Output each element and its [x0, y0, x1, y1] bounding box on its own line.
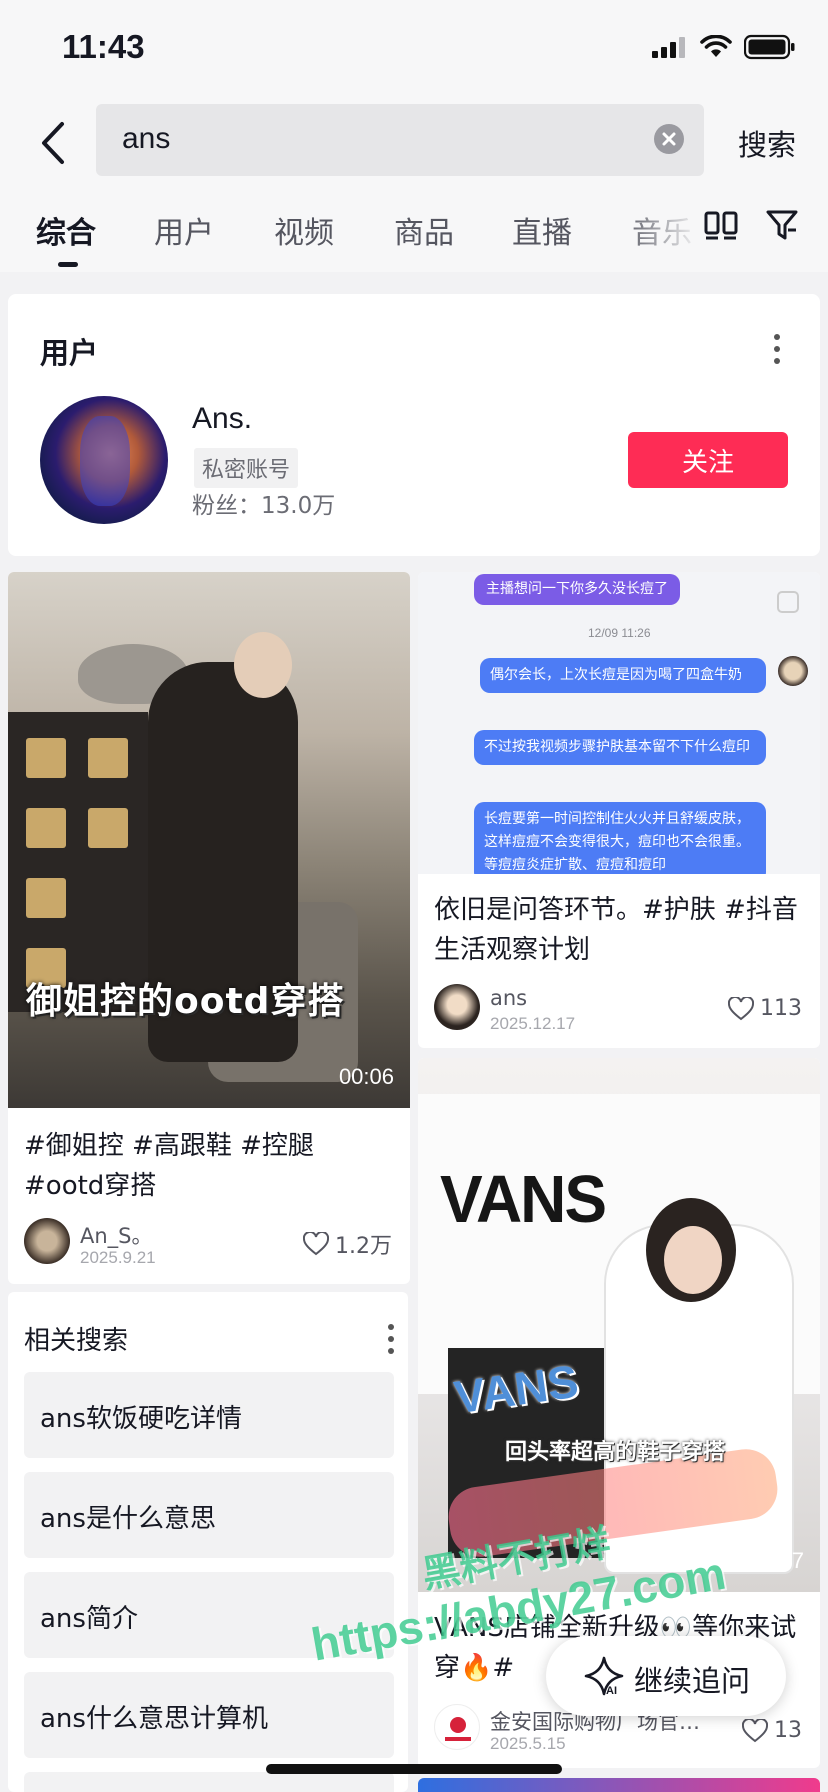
- related-search-text: ans是什么意思: [40, 1504, 216, 1534]
- heart-icon: [303, 1232, 329, 1256]
- clear-search-icon[interactable]: [654, 124, 684, 154]
- like-count[interactable]: 13: [742, 1718, 802, 1743]
- tab-users[interactable]: 用户: [154, 208, 214, 252]
- chat-time: 12/09 11:26: [588, 626, 651, 640]
- more-icon[interactable]: [388, 1324, 394, 1354]
- video-cover[interactable]: VANS VANS 回头率超高的鞋子穿搭 00:37: [418, 1058, 820, 1592]
- video-duration: 00:37: [748, 1548, 804, 1573]
- video-cover[interactable]: 主播想问一下你多久没长痘了 12/09 11:26 偶尔会长，上次长痘是因为喝了…: [418, 572, 820, 874]
- search-row: ans 搜索: [0, 96, 828, 188]
- status-icons: [652, 34, 796, 60]
- post-date: 2025.5.15: [490, 1734, 566, 1753]
- chat-question-bubble: 主播想问一下你多久没长痘了: [474, 574, 680, 605]
- status-time: 11:43: [62, 28, 145, 65]
- video-duration: 00:06: [338, 1064, 394, 1089]
- author-avatar[interactable]: [24, 1218, 70, 1264]
- cover-caption: 回头率超高的鞋子穿搭: [504, 1440, 725, 1465]
- tab-comprehensive[interactable]: 综合: [36, 208, 96, 252]
- layout-toggle-icon[interactable]: [704, 210, 738, 240]
- status-bar: 11:43: [0, 0, 828, 96]
- back-icon[interactable]: [36, 120, 72, 166]
- related-search-text: ans什么意思计算机: [40, 1704, 268, 1734]
- user-avatar[interactable]: [40, 396, 168, 524]
- brand-logo: VANS: [440, 1161, 607, 1237]
- video-card[interactable]: 御姐控的ootd穿搭 00:06 #御姐控 #高跟鞋 #控腿 #ootd穿搭 A…: [8, 572, 410, 1284]
- tab-products[interactable]: 商品: [394, 208, 454, 252]
- like-count[interactable]: 1.2万: [303, 1228, 392, 1260]
- search-query: ans: [122, 122, 171, 155]
- related-search-item[interactable]: ans软饭硬吃详情: [24, 1372, 394, 1458]
- chat-answer-bubble: 偶尔会长，上次长痘是因为喝了四盒牛奶: [480, 658, 766, 693]
- author-name[interactable]: An_S。: [80, 1220, 220, 1250]
- chat-answer-bubble: 长痘要第一时间控制住火火并且舒缓皮肤，这样痘痘不会变得很大，痘印也不会很重。等痘…: [474, 802, 766, 874]
- search-button[interactable]: 搜索: [738, 122, 796, 164]
- related-search-item[interactable]: ans是什么意思: [24, 1472, 394, 1558]
- author-avatar[interactable]: [434, 984, 480, 1030]
- related-search-item[interactable]: [24, 1772, 394, 1792]
- user-name[interactable]: Ans.: [192, 402, 252, 436]
- home-indicator[interactable]: [266, 1764, 562, 1774]
- related-searches-title: 相关搜索: [24, 1326, 129, 1356]
- related-search-text: ans软饭硬吃详情: [40, 1404, 242, 1434]
- next-card-preview: [418, 1778, 820, 1792]
- follower-count: 粉丝：13.0万: [192, 493, 336, 519]
- author-name[interactable]: ans: [490, 986, 630, 1010]
- ai-followup-label: 继续追问: [634, 1664, 751, 1698]
- mall-logo-icon: [445, 1717, 471, 1741]
- post-date: 2025.9.21: [80, 1248, 156, 1267]
- cover-caption: 御姐控的ootd穿搭: [26, 981, 345, 1022]
- search-input[interactable]: ans: [96, 104, 704, 176]
- heart-icon: [742, 1718, 768, 1742]
- video-cover[interactable]: 御姐控的ootd穿搭 00:06: [8, 572, 410, 1108]
- tabs-fade: [620, 188, 700, 272]
- like-count-value: 13: [774, 1718, 802, 1743]
- related-searches: 相关搜索 ans软饭硬吃详情 ans是什么意思 ans简介 ans什么意思计算机: [8, 1292, 408, 1792]
- active-tab-indicator: [58, 262, 78, 267]
- chat-avatar: [778, 656, 808, 686]
- like-count[interactable]: 113: [728, 996, 802, 1021]
- related-search-item[interactable]: ans什么意思计算机: [24, 1672, 394, 1758]
- ai-followup-button[interactable]: AI 继续追问: [546, 1636, 786, 1716]
- ai-sparkle-icon: AI: [584, 1656, 624, 1697]
- tab-live[interactable]: 直播: [512, 208, 572, 252]
- like-count-value: 1.2万: [335, 1234, 392, 1259]
- video-description[interactable]: #御姐控 #高跟鞋 #控腿 #ootd穿搭: [24, 1126, 394, 1206]
- select-box-icon: [777, 591, 799, 613]
- post-date: 2025.12.17: [490, 1014, 576, 1033]
- private-account-badge: 私密账号: [194, 448, 299, 488]
- ai-icon-label: AI: [606, 1685, 617, 1697]
- heart-icon: [728, 996, 754, 1020]
- tab-videos[interactable]: 视频: [274, 208, 334, 252]
- user-result-card: 用户 Ans. 私密账号 粉丝：13.0万 关注: [8, 294, 820, 556]
- user-section-title: 用户: [40, 336, 99, 370]
- author-avatar[interactable]: [434, 1704, 480, 1750]
- follow-button[interactable]: 关注: [628, 432, 788, 488]
- chat-answer-bubble: 不过按我视频步骤护肤基本留不下什么痘印: [474, 730, 766, 765]
- related-search-text: ans简介: [40, 1604, 138, 1634]
- more-icon[interactable]: [774, 334, 780, 364]
- like-count-value: 113: [760, 996, 802, 1021]
- signal-icon: [652, 37, 685, 58]
- video-description[interactable]: 依旧是问答环节。#护肤 #抖音生活观察计划: [434, 890, 804, 970]
- filter-icon[interactable]: [766, 208, 798, 242]
- video-card[interactable]: 主播想问一下你多久没长痘了 12/09 11:26 偶尔会长，上次长痘是因为喝了…: [418, 572, 820, 1048]
- battery-icon: [744, 34, 795, 60]
- wifi-icon: [700, 35, 732, 57]
